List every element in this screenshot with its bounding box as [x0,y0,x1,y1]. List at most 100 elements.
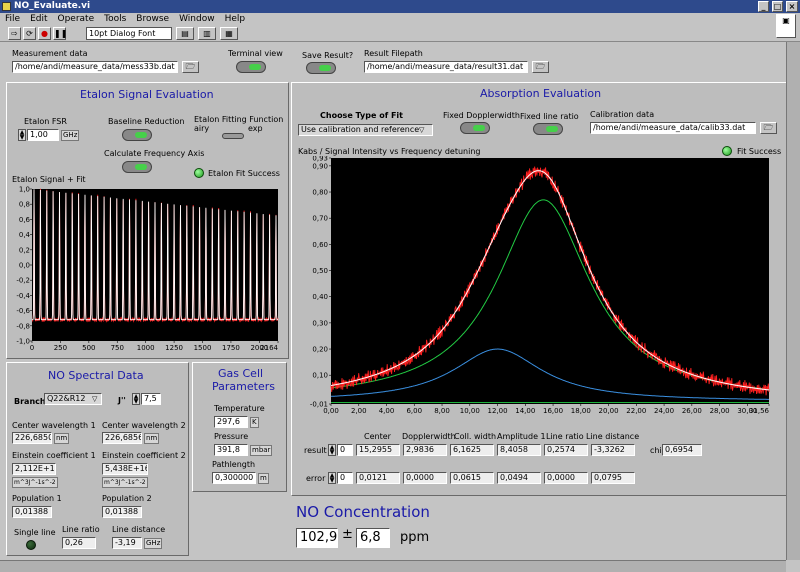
abs-y-tick-label: 0,20 [312,346,328,354]
close-button[interactable]: × [786,1,798,12]
run-continuous-icon[interactable]: ⟳ [23,27,36,40]
font-selector[interactable]: 10pt Dialog Font [86,27,172,40]
calc-frequency-toggle[interactable] [122,161,152,173]
calibration-path-field[interactable]: /home/andi/measure_data/calib33.dat [590,122,756,134]
ec1-label: Einstein coefficient 1 [12,451,96,460]
error-dopplerwidth: 0,0000 [403,472,447,484]
menu-help[interactable]: Help [220,13,251,26]
abs-y-tick-label: 0,30 [312,319,328,327]
result-path-field[interactable]: /home/andi/measure_data/result31.dat [364,61,528,73]
abs-x-tick-label: 18,00 [571,407,591,415]
calibration-browse-folder-icon[interactable]: 🗁 [760,122,777,134]
measurement-path-field[interactable]: /home/andi/measure_data/mess33b.dat [12,61,178,73]
calc-frequency-label: Calculate Frequency Axis [104,149,205,158]
result-index-spinner[interactable]: ▲ ▼ [328,444,336,456]
pressure-field[interactable]: 391,8 [214,444,248,456]
menu-file[interactable]: File [0,13,25,26]
fit-type-select[interactable]: Use calibration and reference [298,124,433,136]
etalon-x-tick-label: 1250 [165,344,183,352]
menu-window[interactable]: Window [174,13,220,26]
abs-x-tick-label: 6,00 [406,407,422,415]
result-line-distance: -3,3262 [591,444,635,456]
abs-x-tick-label: 4,00 [379,407,395,415]
menu-tools[interactable]: Tools [99,13,131,26]
distribute-icon[interactable]: ▥ [198,27,216,40]
concentration-value: 102,9 [296,528,338,548]
measurement-browse-folder-icon[interactable]: 🗁 [182,61,199,73]
fit-function-exp: exp [248,124,263,133]
line-distance-unit: GHz [144,538,163,549]
abs-y-tick-label: 0,70 [312,215,328,223]
baseline-toggle[interactable] [122,129,152,141]
minimize-button[interactable]: _ [758,1,769,12]
abs-x-tick-label: 16,00 [543,407,563,415]
reorder-icon[interactable]: ▦ [220,27,238,40]
etalon-x-tick-label: 250 [54,344,67,352]
etalon-y-tick-label: 0,0 [19,262,30,270]
error-index-field[interactable]: 0 [337,472,353,484]
fsr-spinner[interactable]: ▲ ▼ [18,129,26,141]
abort-icon[interactable]: ● [38,27,51,40]
save-result-toggle[interactable] [306,62,336,74]
branch-label: Branch [14,397,46,406]
fit-type-label: Choose Type of Fit [320,111,403,120]
concentration-title: NO Concentration [296,503,430,521]
single-line-label: Single line [14,528,56,537]
vertical-scrollbar[interactable] [786,42,800,560]
fixed-line-ratio-toggle[interactable] [533,123,563,135]
pop2-value: 0,01388 [102,506,142,518]
etalon-x-tick-label: 1000 [137,344,155,352]
result-browse-folder-icon[interactable]: 🗁 [532,61,549,73]
horizontal-scrollbar[interactable] [0,560,786,572]
etalon-graph-label: Etalon Signal + Fit [12,175,86,184]
fit-function-switch[interactable] [222,133,244,139]
etalon-y-tick-label: 1,0 [19,186,30,194]
fixed-line-ratio-label: Fixed line ratio [520,112,579,121]
etalon-x-tick-label: 750 [111,344,124,352]
menu-operate[interactable]: Operate [53,13,100,26]
abs-x-tick-label: 2,00 [351,407,367,415]
menu-browse[interactable]: Browse [131,13,174,26]
concentration-unit: ppm [400,530,430,545]
temperature-field[interactable]: 297,6 [214,416,248,428]
etalon-x-tick-label: 1750 [222,344,240,352]
align-icon[interactable]: ▤ [176,27,194,40]
fsr-field[interactable]: 1,00 [27,129,59,141]
abs-x-tick-label: 10,00 [460,407,480,415]
result-index-field[interactable]: 0 [337,444,353,456]
result-center: 15,2955 [356,444,400,456]
absorption-graph: 0,930,900,800,700,600,500,400,300,200,10… [310,156,770,415]
abs-x-tick-label: 8,00 [434,407,450,415]
result-amplitude: 8,4058 [497,444,541,456]
line-ratio-value: 0,26 [62,537,96,549]
menu-edit[interactable]: Edit [25,13,52,26]
etalon-fit-success-led [194,168,204,178]
window-titlebar: NO_Evaluate.vi _ □ × [0,0,800,13]
cw2-label: Center wavelength 2 [102,421,186,430]
maximize-button[interactable]: □ [772,1,783,12]
pause-icon[interactable]: ❚❚ [53,27,67,40]
j-field[interactable]: 7,5 [141,393,161,405]
cw2-unit: nm [144,433,160,444]
plus-minus-sign: ± [342,527,353,542]
fit-type-dropdown-icon[interactable]: ▽ [419,126,424,134]
window-title: NO_Evaluate.vi [14,1,91,11]
run-arrow-icon[interactable]: ⇨ [8,27,21,40]
fixed-dopplerwidth-toggle[interactable] [460,122,490,134]
pressure-label: Pressure [214,432,249,441]
branch-dropdown-icon[interactable]: ▽ [92,395,97,403]
j-spinner[interactable]: ▲ ▼ [132,393,140,405]
temperature-unit: K [250,417,259,428]
ec1-value: 2,112E+17 [12,463,56,475]
terminal-view-toggle[interactable] [236,61,266,73]
fit-function-airy: airy [194,124,210,133]
pathlength-field[interactable]: 0,300000 [212,472,256,484]
result-row-label: result [304,446,327,455]
header-center: Center [364,432,391,441]
pathlength-unit: m [258,473,269,484]
single-line-led[interactable] [26,540,36,550]
abs-y-tick-label: 0,40 [312,293,328,301]
header-amplitude: Amplitude 1 [497,432,546,441]
error-index-spinner[interactable]: ▲ ▼ [328,472,336,484]
abs-x-tick-label: 28,00 [710,407,730,415]
